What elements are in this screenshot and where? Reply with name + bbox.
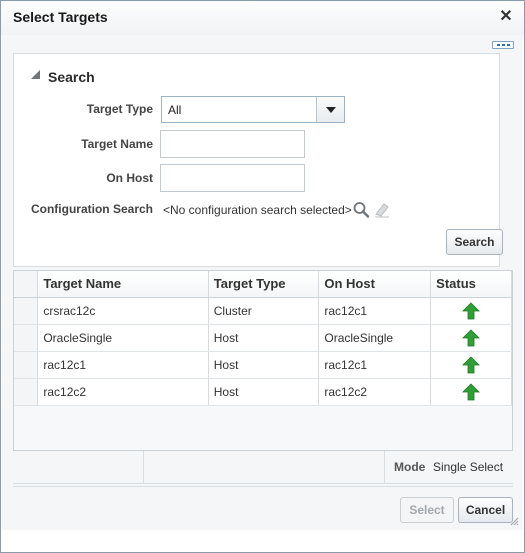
- dialog-titlebar: Select Targets ✕: [1, 1, 524, 35]
- magnifier-icon[interactable]: [352, 201, 372, 219]
- target-type-select[interactable]: All: [161, 96, 345, 123]
- table-row[interactable]: rac12c2 Host rac12c2: [14, 378, 512, 406]
- cell-target-type: Cluster: [208, 297, 320, 325]
- config-search-label: Configuration Search: [30, 202, 153, 216]
- targets-table: Target Name Target Type On Host Status c…: [13, 270, 513, 451]
- cancel-button[interactable]: Cancel: [458, 497, 513, 523]
- table-row[interactable]: rac12c1 Host rac12c1: [14, 351, 512, 379]
- cell-status: [430, 324, 512, 352]
- dialog-title: Select Targets: [13, 9, 108, 25]
- on-host-input[interactable]: [160, 164, 305, 192]
- panel-menu-icon[interactable]: [492, 41, 514, 49]
- collapse-triangle-icon[interactable]: [31, 70, 40, 79]
- eraser-icon[interactable]: [373, 201, 391, 219]
- status-up-arrow-icon: [462, 328, 481, 346]
- target-name-label: Target Name: [81, 137, 153, 151]
- select-button[interactable]: Select: [400, 497, 454, 523]
- table-row[interactable]: crsrac12c Cluster rac12c1: [14, 297, 512, 325]
- cell-target-type: Host: [208, 378, 320, 406]
- cell-status: [430, 351, 512, 379]
- row-selector[interactable]: [14, 351, 39, 379]
- row-selector[interactable]: [14, 297, 39, 325]
- cell-target-name: OracleSingle: [37, 324, 209, 352]
- status-up-arrow-icon: [462, 355, 481, 373]
- column-header-on-host[interactable]: On Host: [318, 271, 432, 298]
- cell-status: [430, 297, 512, 325]
- cell-target-name: rac12c1: [37, 351, 209, 379]
- cell-target-name: rac12c2: [37, 378, 209, 406]
- cell-target-type: Host: [208, 324, 320, 352]
- cell-on-host: rac12c2: [318, 378, 432, 406]
- row-selector[interactable]: [14, 324, 39, 352]
- column-header-status[interactable]: Status: [430, 271, 512, 298]
- status-up-arrow-icon: [462, 301, 481, 319]
- chevron-down-icon[interactable]: [316, 97, 344, 122]
- cell-target-name: crsrac12c: [37, 297, 209, 325]
- close-icon[interactable]: ✕: [498, 8, 514, 26]
- column-header-target-name[interactable]: Target Name: [37, 271, 209, 298]
- target-name-input[interactable]: [160, 130, 305, 158]
- search-button[interactable]: Search: [446, 229, 503, 255]
- resize-grip-icon[interactable]: [509, 516, 519, 526]
- cell-status: [430, 378, 512, 406]
- footer-divider: [143, 451, 144, 484]
- column-header-target-type[interactable]: Target Type: [208, 271, 320, 298]
- target-type-value: All: [168, 103, 182, 117]
- cell-on-host: OracleSingle: [318, 324, 432, 352]
- mode-value: Single Select: [433, 460, 504, 474]
- footer-divider: [384, 451, 385, 484]
- search-panel: Search Target Type All Target Name On Ho…: [13, 53, 503, 267]
- on-host-label: On Host: [106, 171, 153, 185]
- cell-on-host: rac12c1: [318, 297, 432, 325]
- cell-target-type: Host: [208, 351, 320, 379]
- target-type-label: Target Type: [86, 102, 153, 116]
- status-up-arrow-icon: [462, 382, 481, 400]
- select-targets-dialog: Select Targets ✕ Search Target Type All …: [0, 0, 525, 553]
- search-header: Search: [48, 69, 95, 85]
- dialog-body: Search Target Type All Target Name On Ho…: [2, 35, 523, 530]
- row-selector[interactable]: [14, 378, 39, 406]
- table-footer: Mode Single Select: [13, 451, 513, 484]
- button-bar-divider: [13, 486, 513, 487]
- row-header-corner: [14, 271, 39, 298]
- config-search-value: <No configuration search selected>: [163, 203, 352, 217]
- mode-label: Mode: [394, 460, 426, 474]
- cell-on-host: rac12c1: [318, 351, 432, 379]
- table-row[interactable]: OracleSingle Host OracleSingle: [14, 324, 512, 352]
